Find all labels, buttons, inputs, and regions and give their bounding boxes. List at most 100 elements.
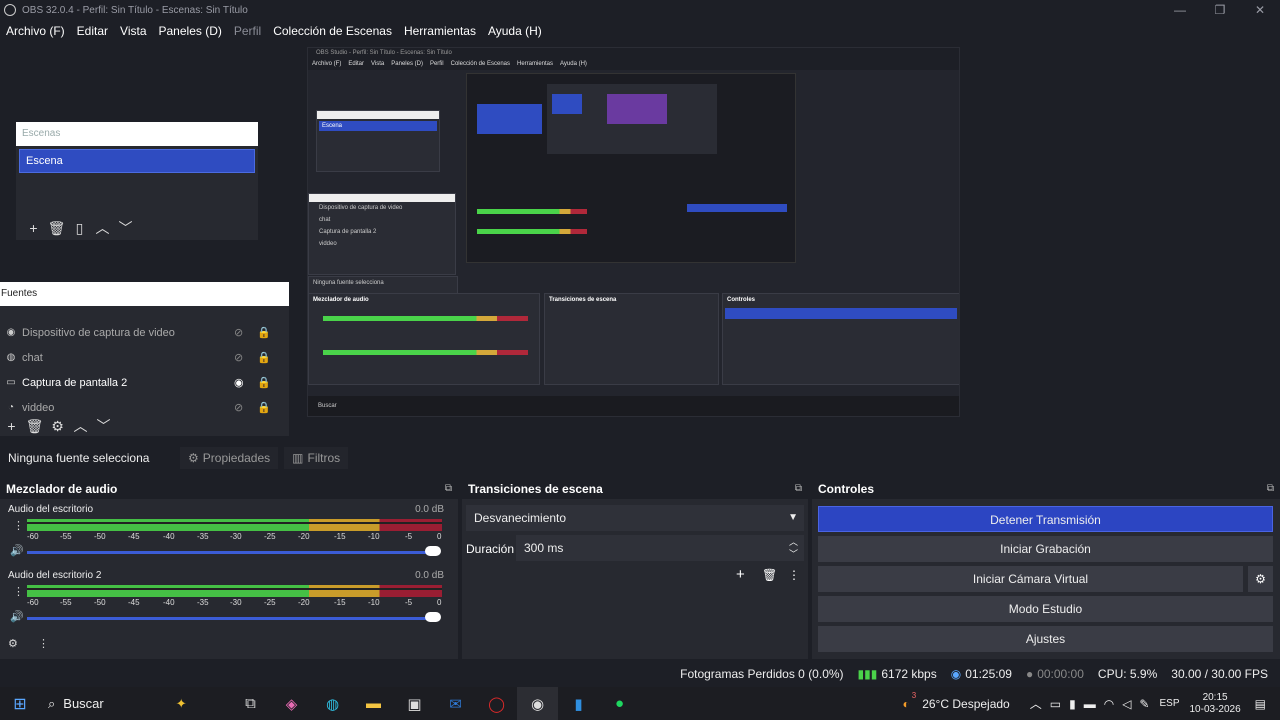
volume-icon[interactable]: ◁ [1122, 697, 1131, 711]
copilot-icon[interactable]: ◈ [271, 687, 312, 720]
add-scene-button[interactable]: + [22, 218, 45, 238]
lock-icon[interactable]: 🔒 [257, 401, 271, 414]
edge-icon[interactable]: ◍ [312, 687, 353, 720]
transition-select[interactable]: Desvanecimiento ▼ [466, 505, 804, 531]
volume-slider-handle[interactable] [425, 612, 441, 622]
weather-text[interactable]: 26°C Despejado [922, 697, 1010, 711]
studio-mode-button[interactable]: Modo Estudio [818, 596, 1273, 622]
lock-icon[interactable]: 🔒 [257, 376, 271, 389]
channel-db: 0.0 dB [415, 504, 444, 515]
obs-taskbar-icon[interactable]: ◉ [517, 687, 558, 720]
add-transition-button[interactable]: + [736, 566, 745, 583]
start-recording-button[interactable]: Iniciar Grabación [818, 536, 1273, 562]
hidden-eye-icon[interactable]: ⊘ [234, 326, 243, 339]
stop-stream-button[interactable]: Detener Transmisión [818, 506, 1273, 532]
app-f-icon[interactable]: ▮ [558, 687, 599, 720]
menu-bar: Archivo (F) Editar Vista Paneles (D) Per… [0, 20, 1280, 42]
file-explorer-icon[interactable]: ▬ [353, 687, 394, 720]
settings-button[interactable]: Ajustes [818, 626, 1273, 652]
menu-vista[interactable]: Vista [120, 24, 146, 38]
move-source-down-button[interactable]: ﹀ [92, 416, 115, 436]
menu-ayuda[interactable]: Ayuda (H) [488, 24, 542, 38]
task-view-icon[interactable]: ⧉ [230, 687, 271, 720]
microphone-icon[interactable]: ▮ [1069, 697, 1076, 711]
remove-transition-button[interactable]: 🗑 [762, 568, 777, 582]
move-scene-down-button[interactable]: ﹀ [114, 218, 137, 238]
battery-icon[interactable]: ▬ [1084, 697, 1096, 711]
sources-panel: Fuentes ◉ Dispositivo de captura de vide… [0, 282, 289, 436]
windows-start-icon[interactable]: ⊞ [0, 694, 40, 714]
channel-menu-icon[interactable]: ⋮ [13, 519, 24, 532]
preview-controls: Controles [722, 293, 959, 385]
remove-scene-button[interactable]: 🗑 [45, 218, 68, 238]
start-virtual-camera-button[interactable]: Iniciar Cámara Virtual [818, 566, 1243, 592]
menu-perfil[interactable]: Perfil [234, 24, 261, 38]
filter-icon: ▥ [292, 451, 304, 465]
menu-herramientas[interactable]: Herramientas [404, 24, 476, 38]
hidden-eye-icon[interactable]: ⊘ [234, 351, 243, 364]
dropped-frames: Fotogramas Perdidos 0 (0.0%) [680, 667, 844, 681]
source-item[interactable]: ◉ Dispositivo de captura de video ⊘ 🔒 [0, 320, 289, 345]
volume-slider-handle[interactable] [425, 546, 441, 556]
duration-label: Duración [466, 542, 515, 556]
camera-icon: ◉ [6, 326, 16, 338]
filters-button[interactable]: ▥ Filtros [284, 447, 349, 469]
source-item[interactable]: ▭ Captura de pantalla 2 ◉ 🔒 [0, 370, 289, 395]
scene-filters-button[interactable]: ▯ [68, 218, 91, 238]
preview-canvas[interactable]: OBS Studio - Perfil: Sin Título - Escena… [307, 47, 960, 417]
lock-icon[interactable]: 🔒 [257, 351, 271, 364]
mixer-menu-icon[interactable]: ⋮ [38, 637, 49, 650]
copilot-sparkle-icon[interactable]: ✦ [176, 696, 187, 712]
mail-icon[interactable]: ✉ [435, 687, 476, 720]
remove-source-button[interactable]: 🗑 [23, 416, 46, 436]
sources-toolbar: + 🗑 ⚙ ︿ ﹀ [0, 416, 115, 436]
speaker-icon[interactable]: 🔊 [10, 610, 24, 623]
title-bar: OBS 32.0.4 - Perfil: Sin Título - Escena… [0, 0, 1280, 20]
hidden-eye-icon[interactable]: ⊘ [234, 401, 243, 414]
menu-archivo[interactable]: Archivo (F) [6, 24, 65, 38]
transition-menu-icon[interactable]: ⋮ [788, 568, 800, 582]
add-source-button[interactable]: + [0, 416, 23, 436]
undock-icon[interactable]: ⧉ [795, 479, 802, 499]
channel-menu-icon[interactable]: ⋮ [13, 585, 24, 598]
speaker-icon[interactable]: 🔊 [10, 544, 24, 557]
pen-icon[interactable]: ✎ [1139, 697, 1149, 711]
opera-icon[interactable]: ◯ [476, 687, 517, 720]
undock-icon[interactable]: ⧉ [1267, 479, 1274, 499]
stepper-down-icon[interactable]: ﹀ [789, 541, 798, 567]
properties-button[interactable]: ⚙ Propiedades [180, 447, 279, 469]
audio-channel: Audio del escritorio 2 0.0 dB ⋮ -60 -55 -5… [0, 565, 458, 631]
volume-slider[interactable] [27, 617, 429, 620]
move-source-up-button[interactable]: ︿ [69, 416, 92, 436]
network-icon[interactable]: ◠ [1104, 697, 1114, 711]
scene-item[interactable]: Escena [19, 149, 255, 173]
eye-icon[interactable]: ◉ [234, 376, 244, 389]
source-settings-button[interactable]: ⚙ [46, 416, 69, 436]
audio-channel: Audio del escritorio 0.0 dB ⋮ -60 -55 -50-… [0, 499, 458, 565]
store-icon[interactable]: ▣ [394, 687, 435, 720]
notifications-icon[interactable]: ▤ [1255, 697, 1266, 711]
maximize-button[interactable]: ❐ [1200, 0, 1240, 20]
source-item[interactable]: ◍ chat ⊘ 🔒 [0, 345, 289, 370]
menu-editar[interactable]: Editar [77, 24, 108, 38]
menu-coleccion-escenas[interactable]: Colección de Escenas [273, 24, 392, 38]
undock-icon[interactable]: ⧉ [445, 479, 452, 499]
language-indicator[interactable]: ESP [1159, 698, 1179, 709]
spotify-icon[interactable]: ● [599, 687, 640, 720]
taskbar-search[interactable]: ⌕ Buscar ✦ [40, 687, 230, 720]
camera-tray-icon[interactable]: ▭ [1050, 697, 1061, 711]
virtual-camera-settings-gear-icon[interactable]: ⚙ [1248, 566, 1273, 592]
move-scene-up-button[interactable]: ︿ [91, 218, 114, 238]
duration-input[interactable]: 300 ms ︿ ﹀ [516, 535, 804, 561]
volume-slider[interactable] [27, 551, 429, 554]
show-hidden-icons-icon[interactable]: ︿ [1030, 695, 1042, 712]
monitor-icon: ▭ [6, 376, 16, 388]
close-button[interactable]: ✕ [1240, 0, 1280, 20]
preview-title: OBS Studio - Perfil: Sin Título - Escena… [308, 48, 959, 58]
sources-header: Fuentes [0, 282, 289, 306]
minimize-button[interactable]: — [1160, 0, 1200, 20]
menu-paneles[interactable]: Paneles (D) [159, 24, 222, 38]
advanced-audio-icon[interactable]: ⚙ [8, 637, 18, 650]
lock-icon[interactable]: 🔒 [257, 326, 271, 339]
clock[interactable]: 20:15 10-03-2026 [1190, 692, 1241, 716]
